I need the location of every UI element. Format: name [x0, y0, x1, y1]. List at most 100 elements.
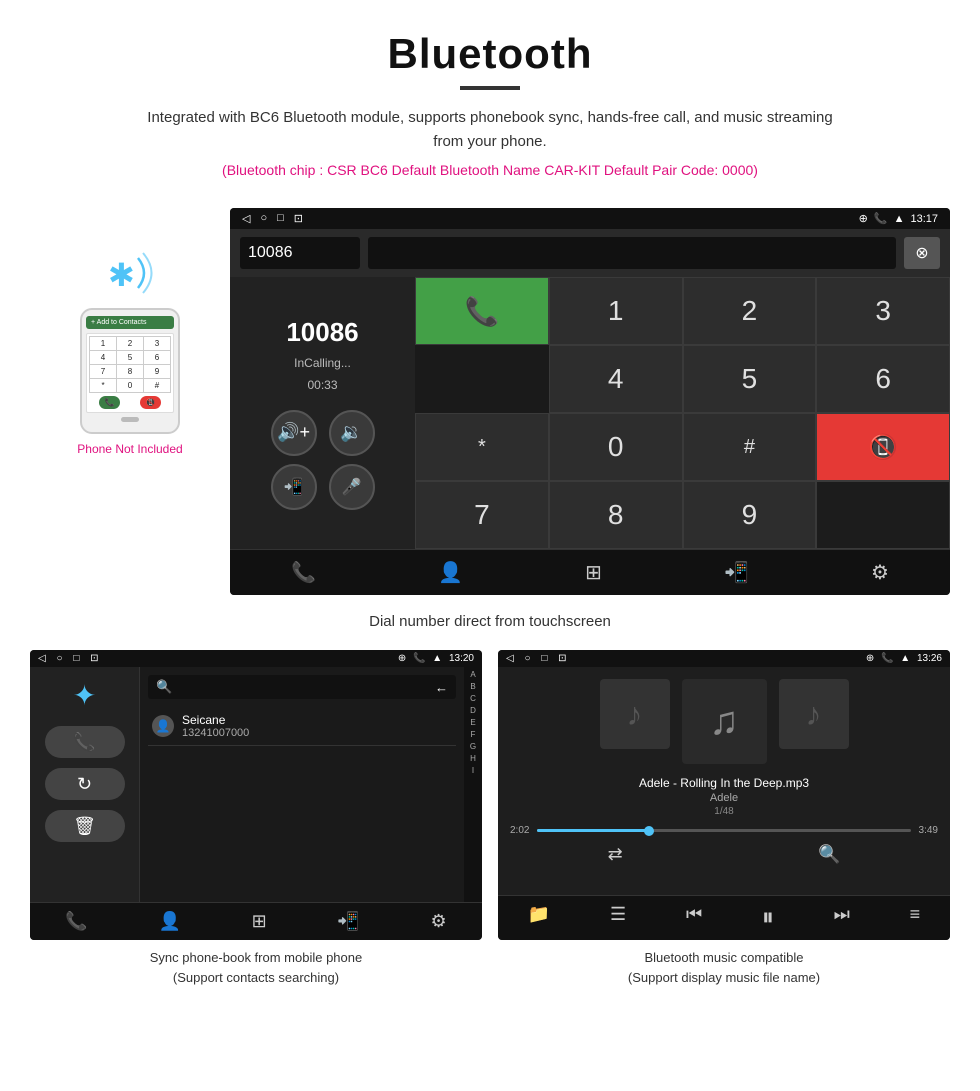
music-nav-folder[interactable]: 📁: [528, 904, 550, 932]
pb-nav-transfer[interactable]: 📲: [337, 911, 359, 932]
nav-calls-icon[interactable]: 📞: [291, 560, 316, 585]
pb-time: 13:20: [449, 653, 474, 664]
music-progress-dot: [644, 826, 654, 836]
dial-caption: Dial number direct from touchscreen: [369, 613, 611, 630]
music-main: ♪ ♫ ♪ Adele - Rolling In the Deep.mp3 Ad…: [498, 667, 950, 895]
page-header: Bluetooth Integrated with BC6 Bluetooth …: [0, 0, 980, 208]
dial-caller-number: 10086: [286, 317, 358, 348]
pb-call-btn[interactable]: 📞: [45, 726, 125, 758]
transfer-icon: 📲: [284, 477, 304, 497]
volume-up-btn[interactable]: 🔊+: [271, 410, 317, 456]
music-caption: Bluetooth music compatible (Support disp…: [628, 948, 820, 987]
music-back-icon: ◁: [506, 653, 514, 664]
nav-dialpad-icon[interactable]: ⊞: [585, 560, 602, 585]
key-6[interactable]: 6: [816, 345, 950, 413]
key-9[interactable]: 9: [683, 481, 817, 549]
key-2[interactable]: 2: [683, 277, 817, 345]
dial-full-layout: ◁ ○ □ ⊡ ⊕ 📞 ▲ 13:17 10086: [230, 208, 950, 595]
pb-delete-btn[interactable]: 🗑: [45, 810, 125, 842]
key-8[interactable]: 8: [549, 481, 683, 549]
pb-nav-settings[interactable]: ⚙: [430, 911, 446, 932]
music-location-icon: ⊕: [866, 653, 874, 664]
phone-home-btn: [121, 417, 139, 422]
dial-keypad-grid: 1 2 3 📞 4 5 6 * 0: [415, 277, 950, 481]
phone-screen-content: 1 2 3 4 5 6 7 8 9 * 0 # 📞: [86, 333, 174, 413]
search-music-icon[interactable]: 🔍: [818, 844, 840, 865]
music-signal-icon: ▲: [900, 653, 910, 664]
call-green-icon: 📞: [464, 295, 499, 328]
music-nav-play[interactable]: ⏸: [762, 904, 774, 932]
key-star[interactable]: *: [415, 413, 549, 481]
pb-back-icon: ◁: [38, 653, 46, 664]
pb-status-right: ⊕ 📞 ▲ 13:20: [398, 653, 474, 664]
transfer-btn[interactable]: 📲: [271, 464, 317, 510]
top-section: ✱ + Add to Contacts 1 2 3 4 5: [30, 208, 950, 595]
pb-phone-icon: 📞: [413, 653, 425, 664]
pb-location-icon: ⊕: [398, 653, 406, 664]
music-progress-bar[interactable]: [537, 829, 910, 832]
pb-contact-item[interactable]: 👤 Seicane 13241007000: [148, 707, 456, 746]
pb-screenshot-icon: ⊡: [90, 653, 98, 664]
pb-contact-list: 🔍 ← 👤 Seicane 13241007000: [140, 667, 464, 902]
key-0[interactable]: 0: [549, 413, 683, 481]
dial-extra-rows: 7 8 9: [415, 481, 950, 549]
pb-nav-bar: 📞 👤 ⊞ 📲 ⚙: [30, 902, 482, 940]
pb-nav-contacts[interactable]: 👤: [158, 911, 180, 932]
dial-calling-status: InCalling...: [294, 356, 351, 370]
music-nav-eq[interactable]: ≡: [910, 904, 921, 932]
home-circle-icon: ○: [260, 212, 267, 225]
key-call-green[interactable]: 📞: [415, 277, 549, 345]
music-item: ◁ ○ □ ⊡ ⊕ 📞 ▲ 13:26: [498, 650, 950, 987]
key-3[interactable]: 3: [816, 277, 950, 345]
phonebook-item: ◁ ○ □ ⊡ ⊕ 📞 ▲ 13:20: [30, 650, 482, 987]
key-end-red[interactable]: 📵: [816, 413, 950, 481]
key-7[interactable]: 7: [415, 481, 549, 549]
dial-screen: ◁ ○ □ ⊡ ⊕ 📞 ▲ 13:17 10086: [230, 208, 950, 595]
key-hash[interactable]: #: [683, 413, 817, 481]
pb-search-bar[interactable]: 🔍 ←: [148, 675, 456, 699]
music-time: 13:26: [917, 653, 942, 664]
pb-nav-calls[interactable]: 📞: [65, 911, 87, 932]
album-art-center: ♫: [682, 679, 767, 764]
nav-settings-icon[interactable]: ⚙: [871, 560, 889, 585]
key-1[interactable]: 1: [549, 277, 683, 345]
key-5[interactable]: 5: [683, 345, 817, 413]
dial-nav-bar: 📞 👤 ⊞ 📲 ⚙: [230, 549, 950, 595]
back-arrow-icon: ◁: [242, 212, 250, 225]
pb-sync-btn[interactable]: ↻: [45, 768, 125, 800]
phone-mockup: + Add to Contacts 1 2 3 4 5 6 7 8 9 * 0: [80, 308, 180, 434]
music-nav-list[interactable]: ☰: [610, 904, 626, 932]
volume-up-icon: 🔊+: [277, 422, 310, 443]
key-4[interactable]: 4: [549, 345, 683, 413]
album-art-left: ♪: [600, 679, 670, 749]
bluetooth-wave: ✱: [100, 248, 160, 298]
main-content: ✱ + Add to Contacts 1 2 3 4 5: [0, 208, 980, 987]
nav-transfer-icon[interactable]: 📲: [724, 560, 749, 585]
pb-caption: Sync phone-book from mobile phone (Suppo…: [150, 948, 362, 987]
mic-btn[interactable]: 🎤: [329, 464, 375, 510]
screenshot-icon: ⊡: [294, 212, 303, 225]
pb-alpha-list: A B C D E F G H I: [464, 667, 482, 902]
pb-nav-dialpad[interactable]: ⊞: [252, 911, 267, 932]
pb-contact-info: Seicane 13241007000: [182, 713, 249, 739]
pb-status-left: ◁ ○ □ ⊡: [38, 653, 99, 664]
music-progress-fill: [537, 829, 649, 832]
nav-contacts-icon[interactable]: 👤: [438, 560, 463, 585]
music-recents-icon: □: [541, 653, 547, 664]
delete-icon[interactable]: ⊗: [904, 237, 940, 269]
music-total-time: 3:49: [919, 825, 938, 836]
volume-down-btn[interactable]: 🔉: [329, 410, 375, 456]
phone-action-row: 📞 📵: [89, 396, 171, 409]
svg-text:✱: ✱: [108, 257, 135, 293]
phone-dial-grid: 1 2 3 4 5 6 7 8 9 * 0 #: [89, 336, 171, 393]
phone-top-bar: + Add to Contacts: [86, 316, 174, 329]
pb-contact-name: Seicane: [182, 713, 249, 727]
music-status-right: ⊕ 📞 ▲ 13:26: [866, 653, 942, 664]
shuffle-icon[interactable]: ⇄: [608, 844, 623, 865]
music-albums: ♪ ♫ ♪: [600, 679, 849, 764]
music-nav-next[interactable]: ⏭: [834, 904, 850, 932]
title-underline: [460, 86, 520, 90]
music-nav-prev[interactable]: ⏮: [686, 904, 702, 932]
volume-down-icon: 🔉: [340, 422, 362, 443]
pb-left-sidebar: ✦ 📞 ↻ 🗑: [30, 667, 140, 902]
